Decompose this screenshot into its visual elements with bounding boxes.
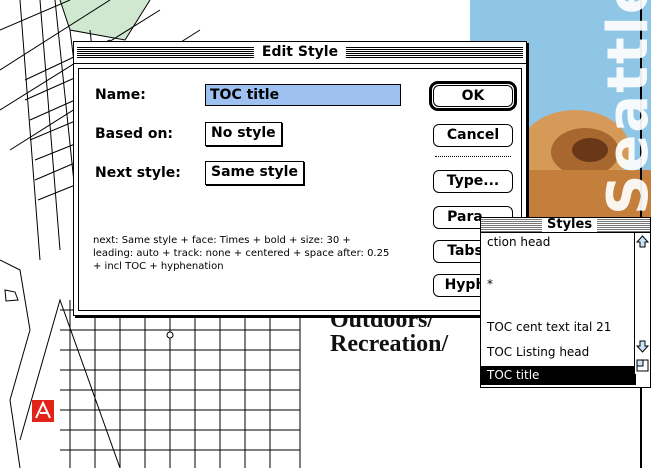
name-input[interactable]: TOC title [205,84,401,106]
style-item[interactable]: ction head [485,233,636,252]
style-item[interactable]: TOC Listing head [485,343,636,362]
headline-line-2: Recreation/ [330,331,449,357]
scroll-up-arrow-icon[interactable] [636,235,649,249]
style-item[interactable]: * [485,275,636,294]
next-style-popup[interactable]: Same style [205,161,304,185]
style-description: next: Same style + face: Times + bold + … [93,235,390,272]
ok-button[interactable]: OK [433,85,513,107]
style-item[interactable] [485,254,636,273]
cancel-button[interactable]: Cancel [433,124,513,147]
based-on-popup[interactable]: No style [205,122,282,146]
resize-box-icon[interactable] [636,359,649,373]
type-button[interactable]: Type... [433,170,513,193]
ok-button-default-ring: OK [429,81,517,111]
based-on-label: Based on: [95,126,174,142]
styles-palette: Styles ction head * TOC cent text ital 2… [480,217,651,388]
style-item[interactable]: TOC cent text ital 21 [485,318,636,337]
name-label: Name: [95,87,146,103]
style-item-selected[interactable]: TOC title [481,366,636,385]
styles-scrollbar[interactable] [634,233,650,374]
dialog-title: Edit Style [253,44,347,61]
scroll-down-arrow-icon[interactable] [636,339,649,353]
next-style-label: Next style: [95,165,181,181]
button-separator [435,156,511,157]
style-item[interactable] [485,296,636,315]
dialog-body: Name: TOC title Based on: No style Next … [78,68,522,311]
styles-palette-title: Styles [542,218,598,232]
styles-palette-titlebar[interactable]: Styles [481,218,650,233]
dialog-titlebar[interactable]: Edit Style [74,42,526,64]
edit-style-dialog: Edit Style Name: TOC title Based on: No … [73,41,527,316]
